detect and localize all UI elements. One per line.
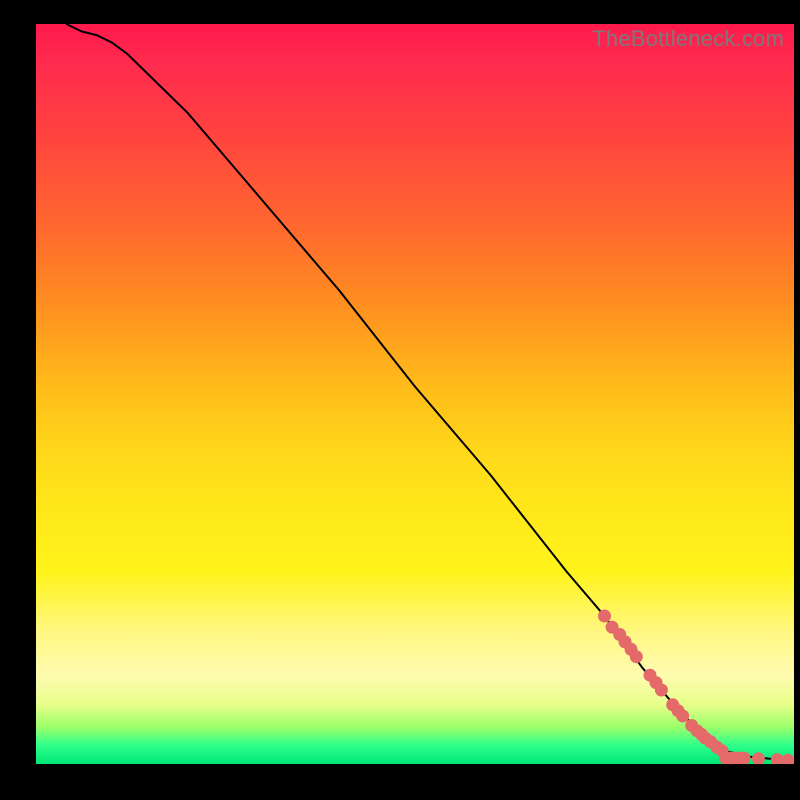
data-point (781, 754, 794, 764)
chart-svg (36, 24, 794, 764)
data-point (738, 752, 751, 764)
data-point (752, 752, 765, 764)
data-point (655, 684, 668, 697)
curve-line (66, 24, 794, 760)
data-point (630, 650, 643, 663)
data-point (598, 610, 611, 623)
plot-area: TheBottleneck.com (36, 24, 794, 764)
chart-frame: TheBottleneck.com (0, 0, 800, 800)
data-point (676, 709, 689, 722)
data-points (598, 610, 794, 765)
